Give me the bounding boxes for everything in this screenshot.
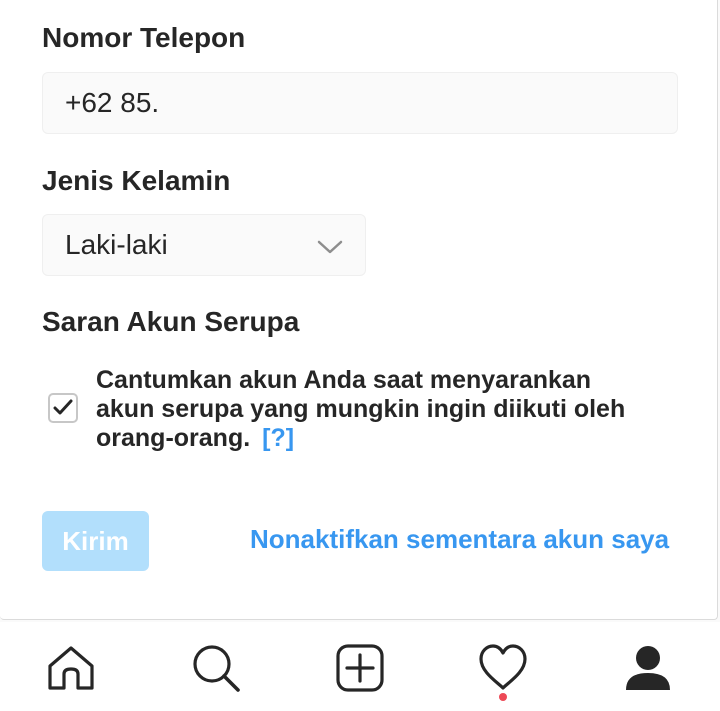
chevron-down-icon: [317, 240, 343, 254]
help-link[interactable]: [?]: [262, 424, 294, 452]
submit-button[interactable]: Kirim: [42, 511, 149, 571]
notification-dot: [499, 693, 507, 701]
tab-activity[interactable]: [477, 642, 529, 694]
bottom-tab-bar: [0, 622, 720, 711]
edit-profile-card: Nomor Telepon +62 85. Jenis Kelamin Laki…: [0, 0, 718, 620]
similar-accounts-checkbox[interactable]: [48, 393, 78, 423]
phone-label: Nomor Telepon: [42, 22, 246, 53]
home-icon: [48, 646, 94, 690]
deactivate-account-link[interactable]: Nonaktifkan sementara akun saya: [250, 524, 669, 555]
similar-accounts-label: Saran Akun Serupa: [42, 306, 300, 337]
phone-input[interactable]: +62 85.: [42, 72, 678, 134]
tab-search[interactable]: [190, 642, 242, 694]
tab-new-post[interactable]: [334, 642, 386, 694]
profile-icon: [626, 646, 670, 690]
checkmark-icon: [53, 399, 73, 415]
gender-selected-value: Laki-laki: [65, 229, 168, 260]
similar-accounts-description: Cantumkan akun Anda saat menyarankan aku…: [96, 366, 656, 453]
new-post-icon: [336, 644, 384, 692]
tab-profile[interactable]: [622, 642, 674, 694]
gender-label: Jenis Kelamin: [42, 165, 231, 196]
heart-icon: [479, 644, 527, 690]
search-icon: [193, 645, 240, 692]
gender-select[interactable]: Laki-laki: [42, 214, 366, 276]
similar-accounts-text: Cantumkan akun Anda saat menyarankan aku…: [96, 366, 626, 452]
phone-value: +62 85.: [65, 87, 160, 118]
tab-home[interactable]: [45, 642, 97, 694]
